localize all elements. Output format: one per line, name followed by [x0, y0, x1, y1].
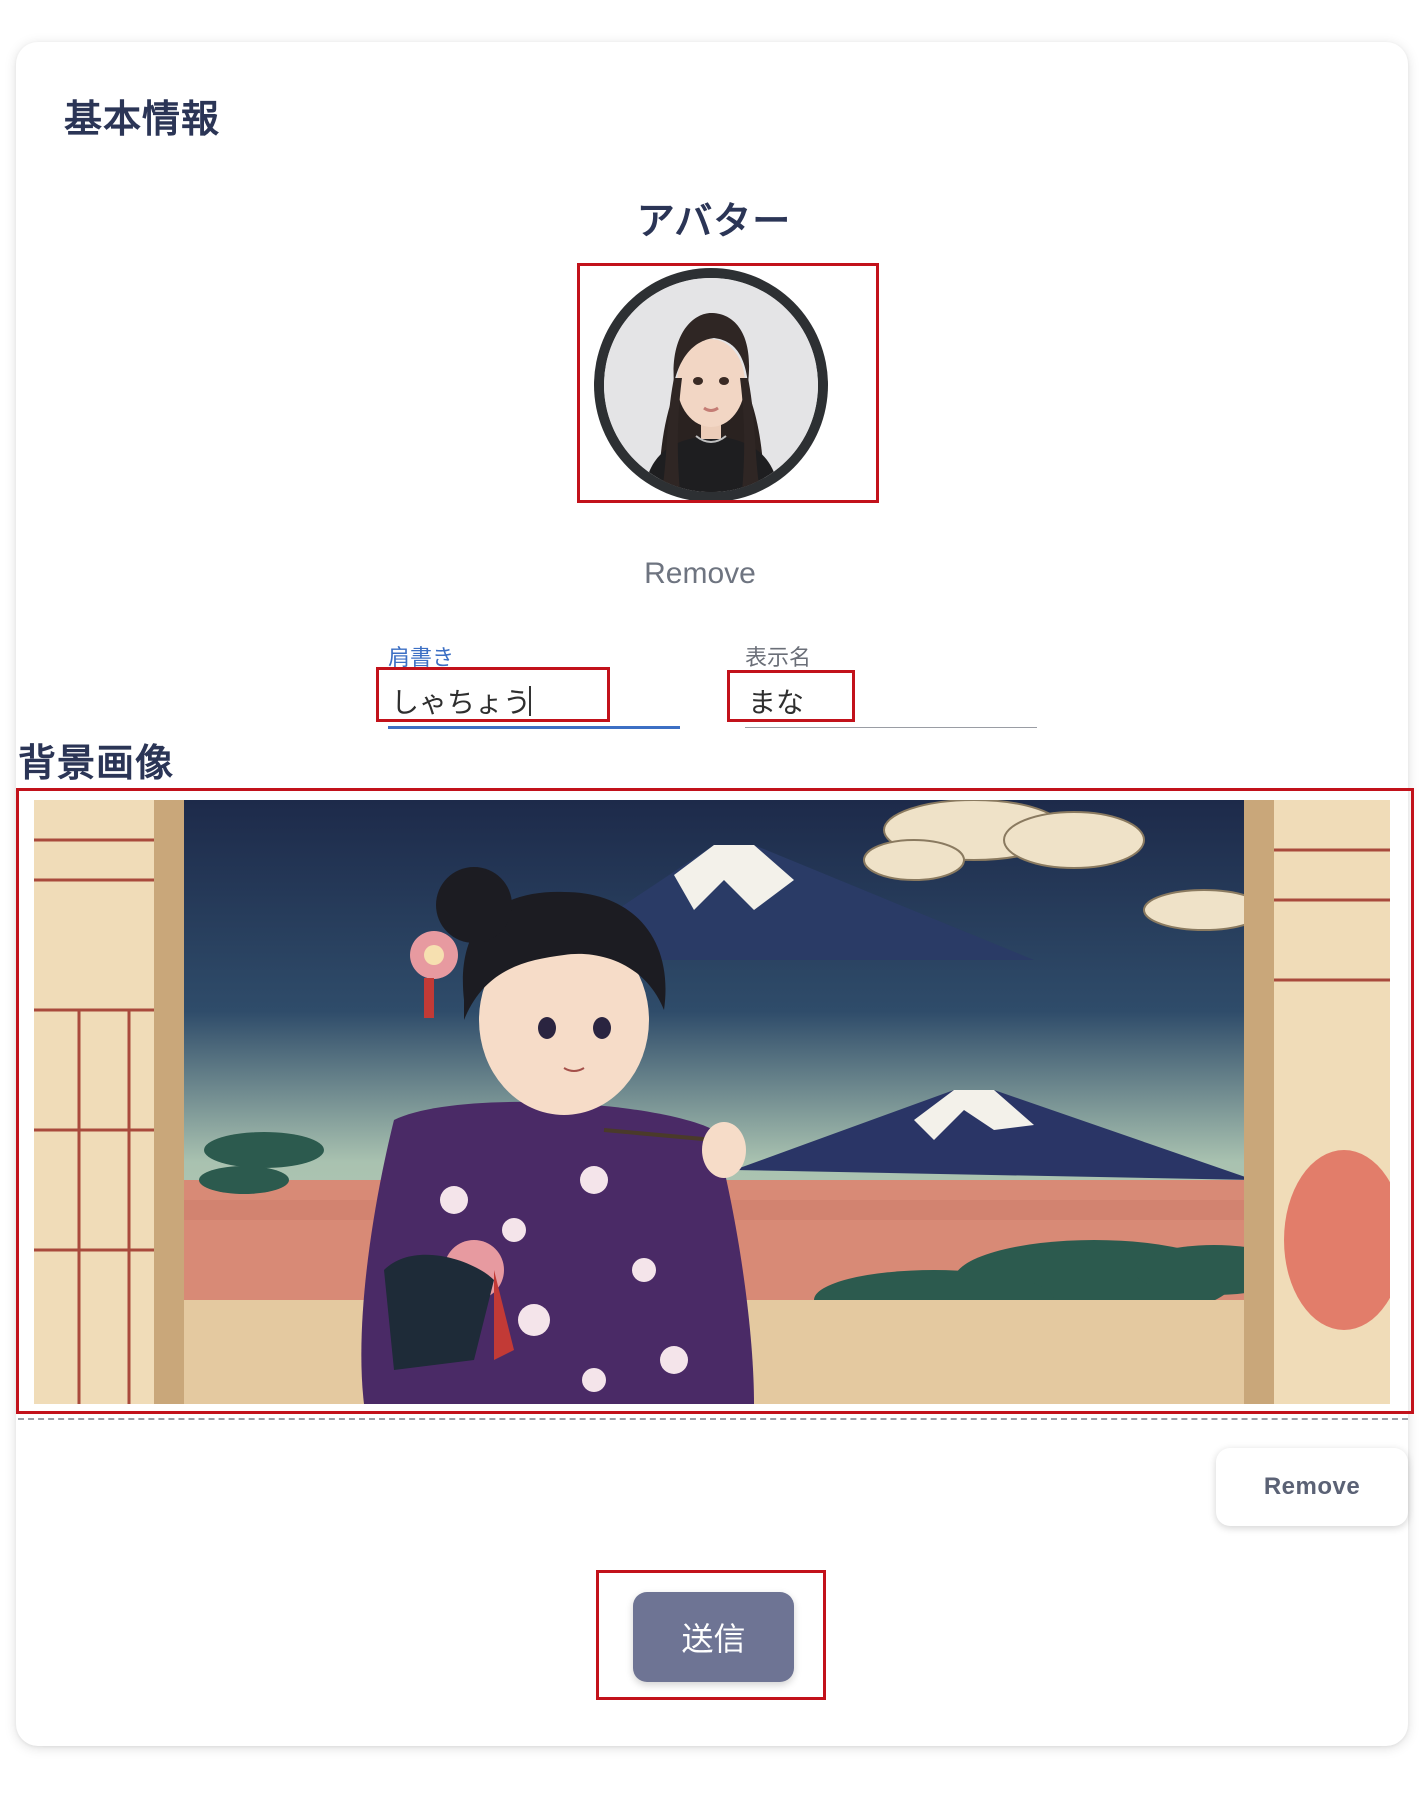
display-name-field-label: 表示名	[745, 646, 812, 671]
display-name-field-value: まな	[748, 686, 805, 719]
background-remove-button[interactable]: Remove	[1216, 1448, 1408, 1526]
text-cursor	[529, 686, 531, 716]
display-name-field[interactable]: まな	[744, 681, 1034, 721]
title-field-value: しゃちょう	[391, 686, 532, 719]
avatar-title: アバター	[636, 199, 792, 243]
display-name-field-underline	[745, 727, 1037, 728]
avatar-portrait-icon	[604, 278, 818, 492]
ukiyoe-landscape-icon	[34, 800, 1390, 1404]
avatar-remove-button[interactable]: Remove	[0, 557, 1400, 591]
title-field-label: 肩書き	[388, 646, 455, 671]
avatar-image	[604, 278, 818, 492]
basic-info-title: 基本情報	[64, 97, 221, 141]
title-field[interactable]: しゃちょう	[387, 681, 677, 721]
avatar[interactable]	[594, 268, 828, 502]
background-image-title: 背景画像	[18, 741, 175, 785]
submit-button[interactable]: 送信	[633, 1592, 794, 1682]
background-image	[34, 800, 1390, 1404]
title-field-underline	[388, 726, 680, 729]
